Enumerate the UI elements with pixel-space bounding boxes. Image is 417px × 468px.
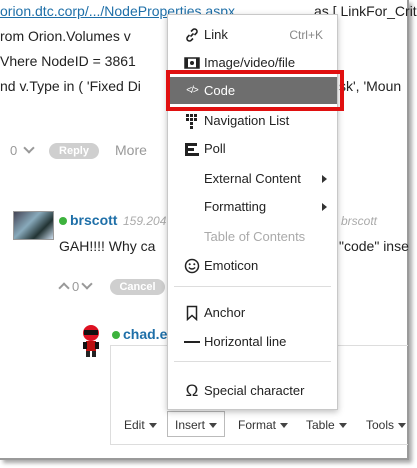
edit-menu[interactable]: Edit bbox=[124, 418, 157, 432]
horizontal-line-icon bbox=[184, 334, 200, 350]
online-status-dot bbox=[112, 331, 120, 339]
menu-item-label: Special character bbox=[204, 383, 305, 398]
omega-icon: Ω bbox=[185, 381, 199, 400]
menu-item-table-of-contents: Table of Contents bbox=[168, 223, 337, 250]
submenu-arrow-icon bbox=[322, 175, 327, 183]
reply-author[interactable]: chad.ev bbox=[112, 326, 175, 342]
poll-icon bbox=[184, 141, 200, 157]
code-line-3: Vhere NodeID = 3861 bbox=[0, 53, 136, 69]
reply-button[interactable]: Reply bbox=[49, 143, 99, 159]
online-status-dot bbox=[59, 217, 67, 225]
insert-menu-label[interactable]: Insert bbox=[175, 418, 217, 432]
menu-item-formatting[interactable]: Formatting bbox=[168, 193, 337, 220]
code-highlight-box bbox=[166, 70, 344, 111]
code-line-4a: nd v.Type in ( 'Fixed Di bbox=[0, 78, 141, 94]
vote-count: 0 bbox=[72, 279, 80, 294]
table-menu[interactable]: Table bbox=[306, 418, 347, 432]
comment-username[interactable]: brscott bbox=[70, 212, 117, 228]
menu-divider bbox=[174, 286, 331, 287]
menu-item-label: External Content bbox=[204, 171, 301, 186]
code-line-4b: sk', 'Moun bbox=[339, 78, 402, 94]
submenu-arrow-icon bbox=[322, 203, 327, 211]
tools-menu[interactable]: Tools bbox=[366, 418, 406, 432]
comment-meta-ip: 159.204 bbox=[123, 214, 167, 228]
menu-item-link[interactable]: Link Ctrl+K bbox=[168, 21, 337, 48]
emoticon-icon bbox=[184, 258, 200, 274]
comment-meta-user: brscott bbox=[341, 214, 378, 228]
user-avatar-icon bbox=[78, 324, 104, 358]
comment-text-b: "code" inse bbox=[339, 238, 409, 254]
menu-item-label: Table of Contents bbox=[204, 229, 306, 244]
menu-item-label: Link bbox=[204, 27, 228, 42]
menu-item-anchor[interactable]: Anchor bbox=[168, 299, 337, 326]
format-menu[interactable]: Format bbox=[238, 418, 288, 432]
comment-vote[interactable]: 0 bbox=[58, 278, 93, 294]
menu-item-label: Anchor bbox=[204, 305, 246, 320]
comment-text-a: GAH!!!! Why ca bbox=[59, 238, 156, 254]
menu-item-label: Formatting bbox=[204, 199, 267, 214]
post-vote[interactable]: 0 bbox=[10, 142, 35, 158]
menu-item-label: Navigation List bbox=[204, 113, 290, 128]
more-link[interactable]: More bbox=[115, 142, 147, 158]
menu-item-special-character[interactable]: Ω Special character bbox=[168, 377, 337, 404]
vote-down-chevron-icon bbox=[23, 142, 35, 154]
vote-count: 0 bbox=[10, 143, 18, 158]
menu-item-navigation-list[interactable]: Navigation List bbox=[168, 107, 337, 134]
code-line-2: rom Orion.Volumes v bbox=[0, 28, 131, 44]
comment-author[interactable]: brscott bbox=[59, 212, 117, 228]
avatar[interactable] bbox=[13, 211, 54, 240]
menu-item-horizontal-line[interactable]: Horizontal line bbox=[168, 328, 337, 355]
media-icon bbox=[184, 55, 200, 71]
screenshot-frame: orion.dtc.corp/.../NodeProperties.aspx a… bbox=[0, 0, 417, 460]
anchor-icon bbox=[184, 305, 200, 321]
menu-divider bbox=[174, 361, 331, 362]
menu-item-emoticon[interactable]: Emoticon bbox=[168, 252, 337, 279]
vote-up-chevron-icon bbox=[58, 282, 70, 294]
vote-down-chevron-icon bbox=[81, 278, 93, 290]
link-icon bbox=[184, 27, 200, 43]
menu-item-poll[interactable]: Poll bbox=[168, 135, 337, 162]
menu-item-label: Horizontal line bbox=[204, 334, 287, 349]
cancel-button[interactable]: Cancel bbox=[110, 279, 165, 295]
navigation-list-icon bbox=[184, 113, 200, 129]
menu-item-shortcut: Ctrl+K bbox=[289, 27, 323, 42]
menu-item-external-content[interactable]: External Content bbox=[168, 165, 337, 192]
menu-item-label: Emoticon bbox=[204, 258, 259, 273]
menu-item-label: Poll bbox=[204, 141, 226, 156]
menu-item-label: Image/video/file bbox=[204, 55, 296, 70]
